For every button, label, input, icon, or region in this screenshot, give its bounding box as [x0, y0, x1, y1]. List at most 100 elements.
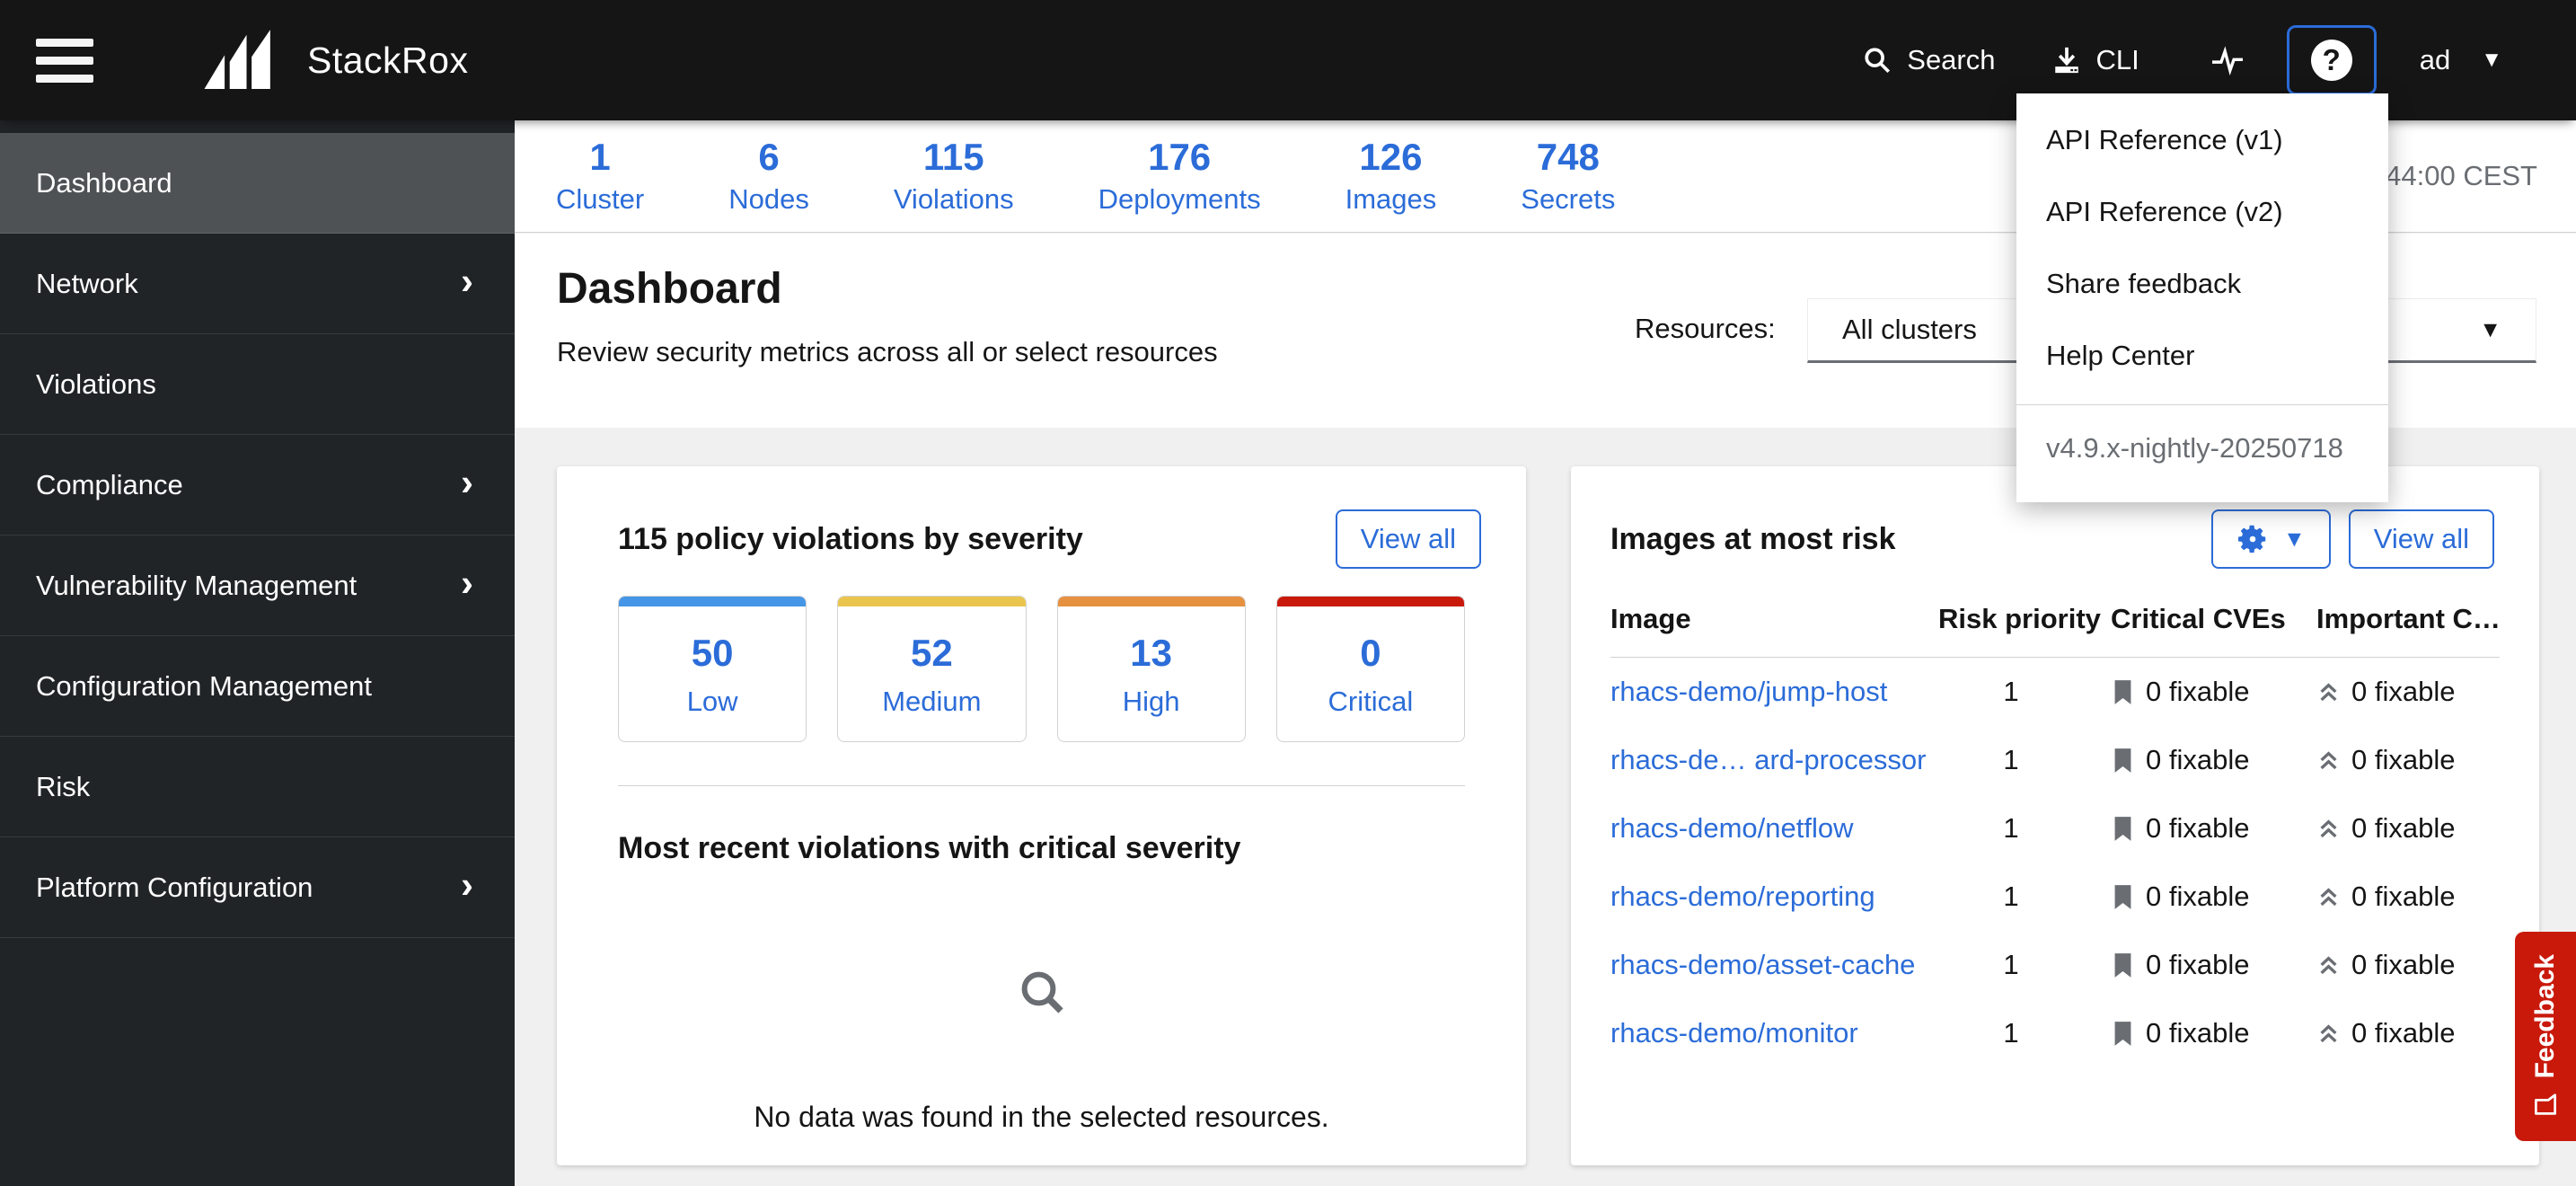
- column-header-image[interactable]: Image: [1610, 603, 1938, 658]
- image-link[interactable]: rhacs-demo/reporting: [1610, 863, 1938, 931]
- severity-color-bar: [838, 597, 1026, 606]
- important-cves-cell: 0 fixable: [2316, 726, 2500, 794]
- risk-priority-value: 1: [2003, 949, 2019, 980]
- user-caret-down-icon[interactable]: ▼: [2481, 48, 2502, 73]
- options-caret-down-icon: ▼: [2282, 526, 2306, 552]
- stackrox-dashboard-page: StackRox Search CLI ? ad ▼ Dashboard Net…: [0, 0, 2576, 1186]
- help-question-icon: ?: [2310, 40, 2352, 81]
- card-divider: [618, 785, 1465, 786]
- sidebar-item[interactable]: Compliance ›: [0, 435, 515, 535]
- risk-priority-value: 1: [2003, 676, 2019, 707]
- help-button[interactable]: ?: [2286, 25, 2377, 95]
- severity-tile[interactable]: 50 Low: [618, 596, 807, 742]
- violations-view-all-button[interactable]: View all: [1335, 509, 1481, 569]
- critical-cves-value: 0 fixable: [2146, 881, 2250, 912]
- activity-pulse-icon: [2211, 46, 2243, 75]
- severity-tile[interactable]: 13 High: [1056, 596, 1246, 742]
- severity-tile[interactable]: 52 Medium: [837, 596, 1027, 742]
- help-menu-item[interactable]: Share feedback: [2016, 248, 2388, 320]
- feedback-button[interactable]: Feedback: [2515, 932, 2576, 1141]
- hamburger-menu-icon[interactable]: [36, 29, 93, 93]
- summary-stat[interactable]: 126 Images: [1345, 136, 1437, 216]
- summary-stat[interactable]: 6 Nodes: [728, 135, 809, 216]
- critical-cves-value: 0 fixable: [2146, 676, 2250, 707]
- critical-severity-bookmark-icon: [2111, 952, 2135, 978]
- critical-cves-value: 0 fixable: [2146, 949, 2250, 980]
- important-cves-cell: 0 fixable: [2316, 931, 2500, 999]
- sidebar-item[interactable]: Violations ›: [0, 334, 515, 435]
- severity-label: Low: [686, 686, 738, 717]
- header-utilities: Search CLI ? ad ▼: [1862, 25, 2502, 95]
- summary-stat[interactable]: 176 Deployments: [1098, 136, 1261, 216]
- summary-stat[interactable]: 115 Violations: [893, 136, 1014, 216]
- summary-stat[interactable]: 748 Secrets: [1521, 135, 1616, 216]
- images-card-options-button[interactable]: ▼: [2210, 509, 2331, 569]
- stat-value: 748: [1536, 135, 1600, 178]
- gear-icon: [2237, 525, 2266, 553]
- empty-state: No data was found in the selected resour…: [557, 967, 1526, 1134]
- severity-color-bar: [619, 597, 807, 606]
- sidebar-list: Dashboard › Network › Violations › Compl…: [0, 120, 515, 938]
- sidebar-item-label: Dashboard: [36, 166, 172, 199]
- stat-value: 6: [758, 135, 780, 178]
- sidebar-item[interactable]: Dashboard ›: [0, 133, 515, 234]
- column-header-critical-cves[interactable]: Critical CVEs: [2111, 603, 2316, 658]
- stat-label: Images: [1345, 183, 1437, 216]
- important-severity-double-chevron-up-icon: [2316, 952, 2341, 978]
- critical-cves-cell: 0 fixable: [2111, 794, 2316, 863]
- search-button[interactable]: Search: [1862, 44, 1996, 76]
- sidebar-item[interactable]: Configuration Management ›: [0, 636, 515, 737]
- stat-label: Nodes: [728, 183, 809, 216]
- help-menu-item[interactable]: API Reference (v1): [2016, 104, 2388, 176]
- important-severity-double-chevron-up-icon: [2316, 679, 2341, 705]
- image-link[interactable]: rhacs-de… ard-processor: [1610, 726, 1938, 794]
- important-cves-cell: 0 fixable: [2316, 999, 2500, 1067]
- stat-label: Secrets: [1521, 183, 1616, 216]
- important-cves-cell: 0 fixable: [2316, 658, 2500, 726]
- search-icon: [1865, 48, 1891, 74]
- sidebar-item[interactable]: Vulnerability Management ›: [0, 535, 515, 636]
- help-menu-item[interactable]: Help Center: [2016, 320, 2388, 392]
- summary-stat[interactable]: 1 Cluster: [556, 136, 644, 216]
- important-cves-value: 0 fixable: [2351, 1017, 2456, 1049]
- sidebar-item[interactable]: Risk ›: [0, 737, 515, 837]
- user-menu-label[interactable]: ad: [2420, 44, 2450, 76]
- critical-severity-bookmark-icon: [2111, 748, 2135, 774]
- sidebar-item[interactable]: Platform Configuration ›: [0, 837, 515, 938]
- sidebar-item-label: Violations: [36, 367, 156, 400]
- important-cves-value: 0 fixable: [2351, 812, 2456, 844]
- chevron-right-icon: ›: [461, 561, 473, 604]
- images-view-all-button[interactable]: View all: [2348, 509, 2494, 569]
- image-link[interactable]: rhacs-demo/jump-host: [1610, 658, 1938, 726]
- stat-label: Violations: [893, 183, 1014, 216]
- sidebar-item-label: Vulnerability Management: [36, 569, 357, 601]
- activity-button[interactable]: [2210, 45, 2245, 75]
- feedback-label: Feedback: [2530, 954, 2560, 1079]
- brand-name: StackRox: [307, 39, 469, 81]
- brand[interactable]: StackRox: [198, 26, 468, 94]
- column-header-important-cves[interactable]: Important C…: [2316, 603, 2500, 658]
- critical-severity-bookmark-icon: [2111, 816, 2135, 842]
- help-menu-item[interactable]: API Reference (v2): [2016, 176, 2388, 248]
- select-caret-down-icon: ▼: [2479, 316, 2501, 342]
- sidebar-item-label: Risk: [36, 770, 91, 802]
- image-link[interactable]: rhacs-demo/netflow: [1610, 794, 1938, 863]
- risk-priority-value: 1: [2003, 744, 2019, 775]
- critical-severity-bookmark-icon: [2111, 884, 2135, 910]
- speech-bubble-icon: [2535, 1093, 2556, 1116]
- image-link[interactable]: rhacs-demo/monitor: [1610, 999, 1938, 1067]
- resources-select-value: All clusters: [1842, 314, 1977, 345]
- critical-cves-cell: 0 fixable: [2111, 931, 2316, 999]
- severity-color-bar: [1276, 597, 1464, 606]
- sidebar-item[interactable]: Network ›: [0, 234, 515, 334]
- important-severity-double-chevron-up-icon: [2316, 1021, 2341, 1047]
- important-cves-value: 0 fixable: [2351, 676, 2456, 707]
- severity-tile[interactable]: 0 Critical: [1275, 596, 1465, 742]
- critical-cves-cell: 0 fixable: [2111, 863, 2316, 931]
- severity-label: Medium: [882, 686, 982, 717]
- image-link[interactable]: rhacs-demo/asset-cache: [1610, 931, 1938, 999]
- critical-severity-bookmark-icon: [2111, 679, 2135, 705]
- column-header-risk-priority[interactable]: Risk priority: [1938, 603, 2111, 658]
- cli-download-button[interactable]: CLI: [2051, 44, 2139, 76]
- sidebar-nav: Dashboard › Network › Violations › Compl…: [0, 120, 515, 1186]
